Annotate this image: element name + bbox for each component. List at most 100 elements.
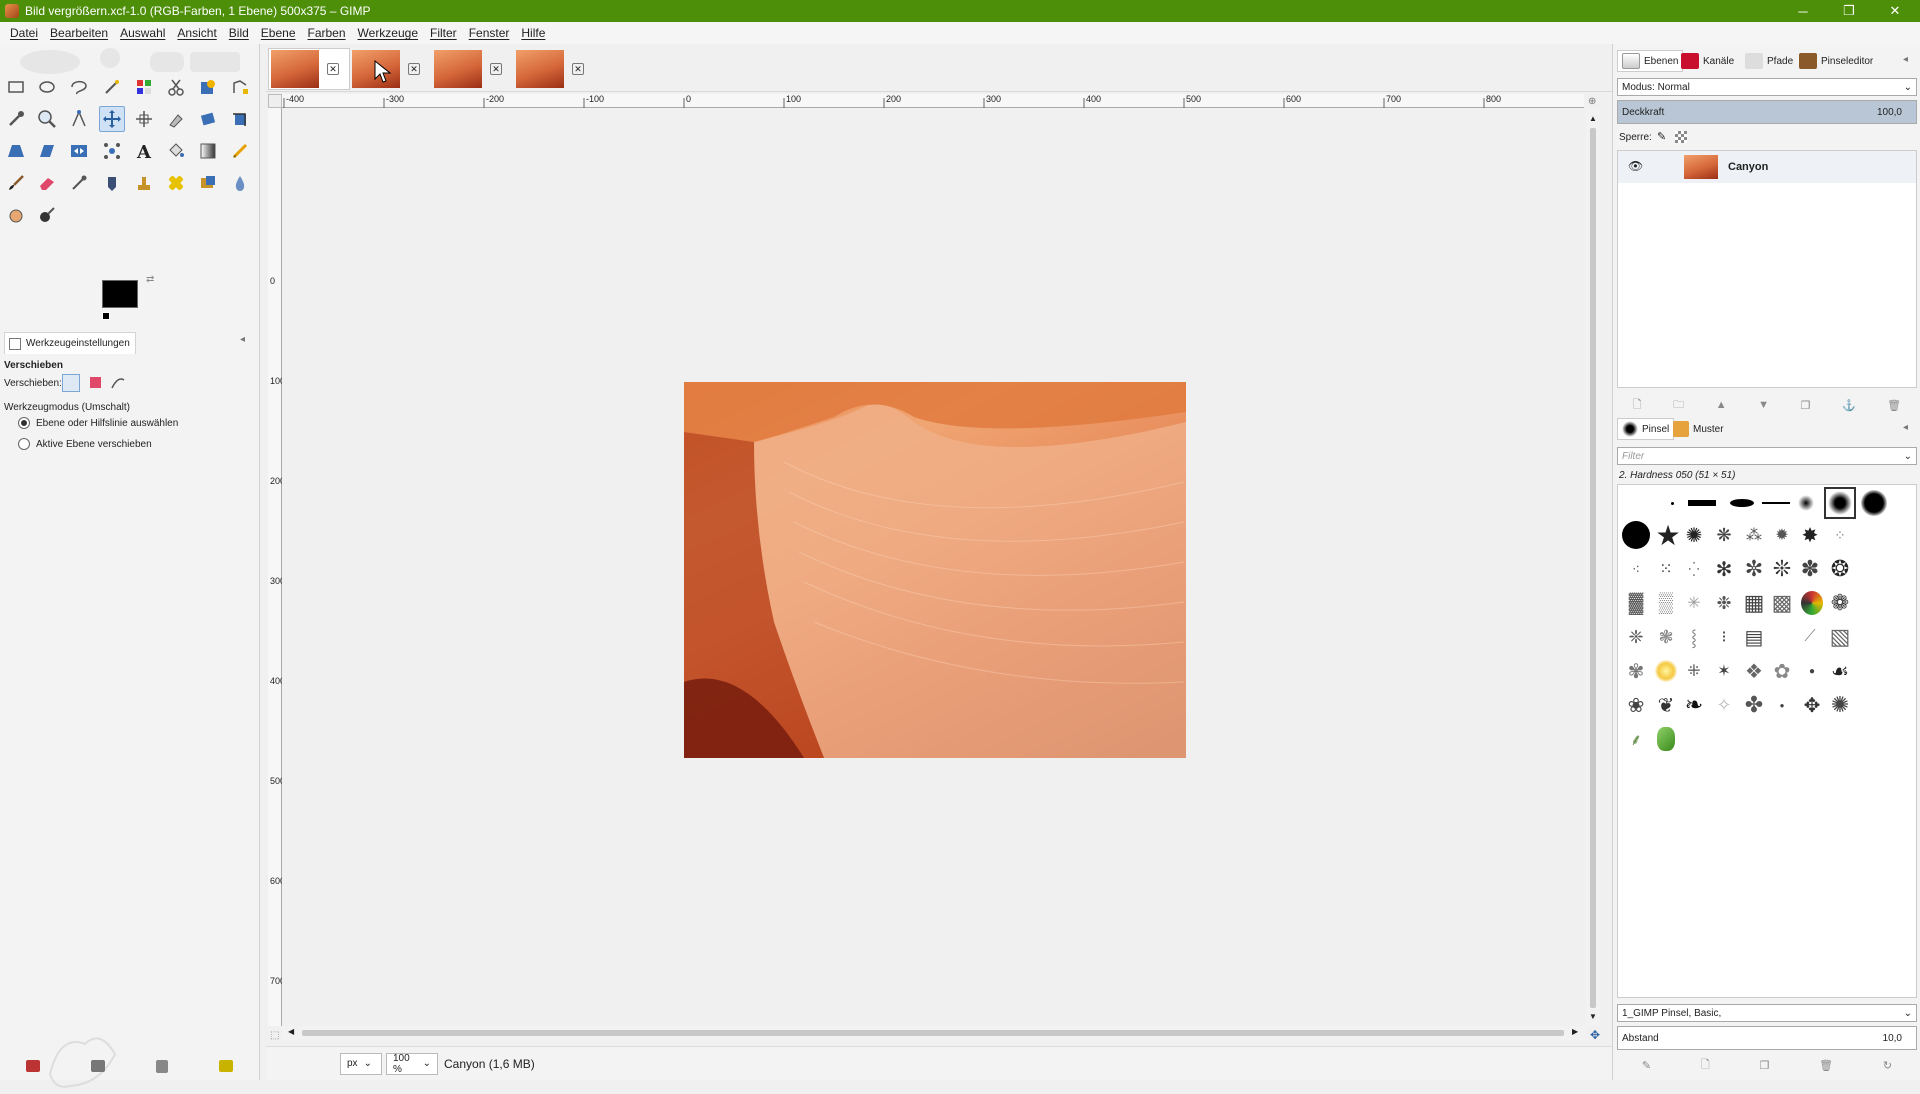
brush-item[interactable] [1728,489,1756,517]
brush-item[interactable]: ❈ [1622,623,1650,651]
brush-item[interactable] [1792,489,1820,517]
menu-datei[interactable]: Datei [4,26,44,40]
flip-tool[interactable] [66,138,92,164]
menu-fenster[interactable]: Fenster [463,26,516,40]
gradient-tool[interactable] [195,138,221,164]
color-swatches[interactable]: ⇄ [100,274,160,328]
canyon-image[interactable] [684,382,1186,758]
delete-brush-icon[interactable]: 🗑 [1819,1059,1833,1072]
pencil-tool[interactable] [227,138,253,164]
smudge-tool[interactable] [3,202,29,228]
close-icon[interactable]: ✕ [1872,0,1918,22]
rotate-tool[interactable] [195,106,221,132]
free-select-tool[interactable] [66,74,92,100]
move-layer-toggle[interactable] [62,374,80,392]
brush-item[interactable] [1688,489,1716,517]
fuzzy-select-tool[interactable] [99,74,125,100]
brush-tag-select[interactable]: 1_GIMP Pinsel, Basic, ⌄ [1617,1004,1917,1022]
scroll-thumb[interactable] [1590,128,1596,1008]
horizontal-scrollbar[interactable]: ◀ ▶ [282,1026,1586,1040]
raise-layer-icon[interactable]: ▲ [1716,399,1727,411]
menu-auswahl[interactable]: Auswahl [114,26,171,40]
scroll-down-icon[interactable]: ▼ [1589,1012,1597,1021]
scroll-up-icon[interactable]: ▲ [1589,114,1597,123]
measure-tool[interactable] [66,106,92,132]
perspective-clone-tool[interactable] [195,170,221,196]
brush-item[interactable]: ▒ [1652,589,1680,617]
transform-tool[interactable] [163,106,189,132]
crop-tool[interactable] [227,106,253,132]
brush-item[interactable]: ⁙ [1652,555,1680,583]
lock-pixels-icon[interactable]: ✎ [1657,130,1666,143]
ink-tool[interactable] [99,170,125,196]
brush-item[interactable]: ● [1798,657,1826,685]
menu-bearbeiten[interactable]: Bearbeiten [44,26,114,40]
brush-item[interactable]: ❧ [1680,691,1708,719]
brush-item-selected[interactable] [1824,487,1856,519]
new-group-icon[interactable]: 🗀 [1673,396,1684,415]
brush-item[interactable]: ✻ [1710,555,1738,583]
brush-item[interactable]: ✶ [1710,657,1738,685]
move-tool[interactable] [99,106,125,132]
brush-item[interactable] [1652,657,1680,685]
brush-item[interactable]: ❁ [1826,589,1854,617]
delete-options-icon[interactable] [155,1059,168,1073]
foreground-color[interactable] [102,280,138,308]
image-tab-1[interactable]: ✕ [268,48,350,90]
zoom-tool[interactable] [34,106,60,132]
menu-filter[interactable]: Filter [424,26,463,40]
image-tab-4[interactable]: ✕ [514,48,596,90]
brush-filter-input[interactable]: Filter ⌄ [1617,447,1917,465]
panel-menu-icon[interactable]: ◂ [1903,54,1908,65]
brush-item[interactable]: ❂ [1826,555,1854,583]
color-select-tool[interactable] [131,74,157,100]
eye-icon[interactable]: 👁 [1628,159,1643,173]
spacing-slider[interactable]: Abstand 10,0 [1617,1026,1917,1050]
minimize-icon[interactable]: ─ [1780,0,1826,22]
mode-select[interactable]: Modus: Normal ⌄ [1617,78,1917,96]
close-tab-icon[interactable]: ✕ [408,63,420,75]
close-tab-icon[interactable]: ✕ [490,63,502,75]
brush-item[interactable]: ❃ [1652,623,1680,651]
brush-item[interactable]: ⁖ [1622,555,1650,583]
restore-options-icon[interactable] [90,1060,105,1072]
menu-werkzeuge[interactable]: Werkzeuge [352,26,424,40]
eraser-tool[interactable] [34,170,60,196]
scroll-left-icon[interactable]: ◀ [288,1027,294,1036]
brush-item[interactable]: ⁛ [1680,555,1708,583]
new-layer-icon[interactable]: 🗋 [1633,396,1642,415]
anchor-layer-icon[interactable]: ⚓ [1842,399,1856,412]
paths-tool[interactable] [227,74,253,100]
brush-item[interactable] [1658,489,1686,517]
tab-patterns[interactable]: Muster [1673,418,1724,440]
align-tool[interactable] [131,106,157,132]
brush-item[interactable]: ▦ [1740,589,1768,617]
brush-item[interactable]: ▤ [1740,623,1768,651]
lock-alpha-icon[interactable] [1675,131,1687,143]
tab-brushes[interactable]: Pinsel [1617,418,1675,440]
color-picker-tool[interactable] [3,106,29,132]
reset-options-icon[interactable] [218,1060,233,1072]
zoom-select[interactable]: 100 % ⌄ [386,1052,438,1075]
brush-item[interactable]: ⟋ [1796,623,1824,651]
close-tab-icon[interactable]: ✕ [572,63,584,75]
tab-layers[interactable]: Ebenen [1617,50,1684,72]
move-path-toggle[interactable] [110,374,126,390]
edit-brush-icon[interactable]: ✎ [1642,1059,1651,1072]
perspective-tool[interactable] [3,138,29,164]
tab-channels[interactable]: Kanäle [1681,50,1734,72]
heal-tool[interactable] [163,170,189,196]
brush-item[interactable]: ● [1768,691,1796,719]
radio-move-active[interactable] [18,438,30,450]
scissors-tool[interactable] [163,74,189,100]
ellipse-select-tool[interactable] [34,74,60,100]
brush-item[interactable]: ⁘ [1826,521,1854,549]
clone-tool[interactable] [131,170,157,196]
delete-layer-icon[interactable]: 🗑 [1887,399,1901,412]
layer-row[interactable]: 👁 Canyon [1618,151,1916,183]
duplicate-layer-icon[interactable]: ❐ [1801,399,1811,412]
ruler-corner[interactable] [268,94,282,108]
new-brush-icon[interactable]: 🗋 [1701,1056,1710,1075]
menu-ebene[interactable]: Ebene [255,26,302,40]
menu-bild[interactable]: Bild [223,26,255,40]
